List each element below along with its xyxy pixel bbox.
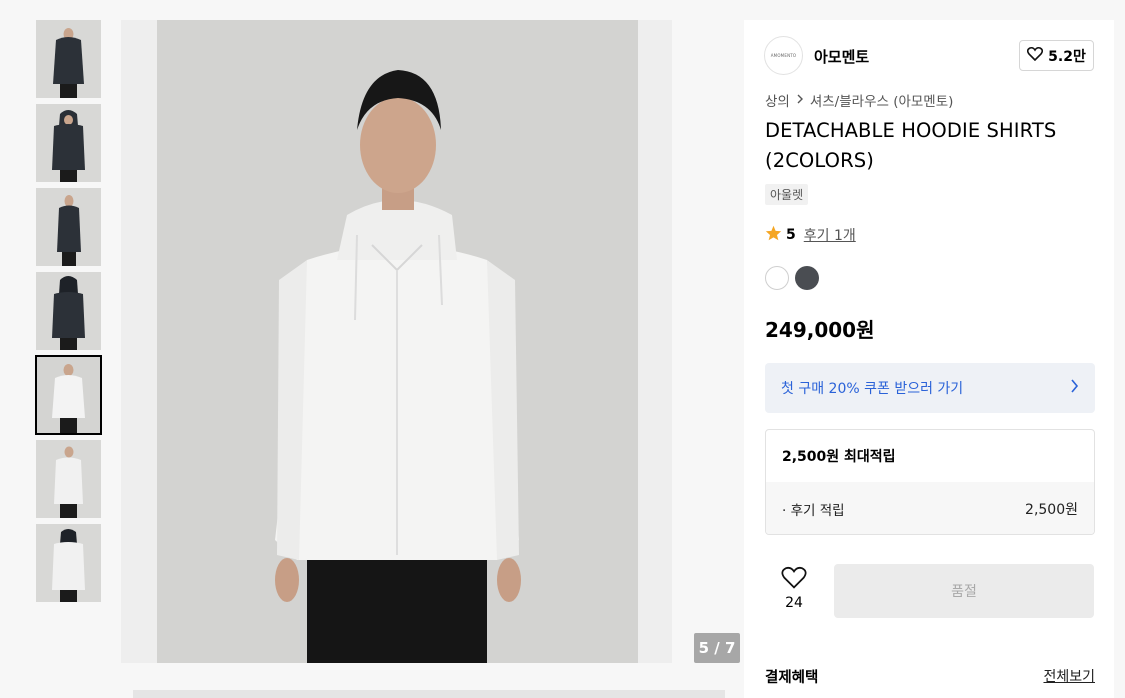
soldout-button[interactable]: 품절 [834, 564, 1094, 618]
outlet-tag: 아울렛 [765, 184, 809, 205]
heart-icon [781, 565, 807, 593]
review-points-label: · 후기 적립 [782, 502, 845, 519]
product-page: 5 / 7 AMOMENTO 아모멘토 5.2만 상의 셔츠/블라우스 (아모멘… [0, 0, 1125, 698]
thumbnail-6[interactable] [36, 440, 101, 518]
rating-score: 5 [786, 227, 796, 243]
breadcrumb-subcategory[interactable]: 셔츠/블라우스 (아모멘토) [810, 90, 954, 110]
breadcrumb: 상의 셔츠/블라우스 (아모멘토) [765, 90, 953, 110]
coupon-label: 첫 구매 20% 쿠폰 받으러 가기 [781, 381, 964, 397]
thumbnail-5[interactable] [35, 355, 102, 435]
points-box: 2,500원 최대적립 · 후기 적립 2,500원 [765, 429, 1095, 535]
review-points-value: 2,500원 [1025, 501, 1078, 518]
product-photo [157, 20, 638, 663]
product-title: DETACHABLE HOODIE SHIRTS (2COLORS) [765, 119, 1057, 172]
brand-logo[interactable]: AMOMENTO [764, 36, 803, 75]
chevron-right-icon [1070, 379, 1079, 397]
color-swatch-white[interactable] [765, 266, 789, 290]
thumbnail-1[interactable] [36, 20, 101, 98]
color-swatch-charcoal[interactable] [795, 266, 819, 290]
brand-like-count: 5.2만 [1048, 48, 1086, 65]
star-icon [765, 225, 782, 245]
thumbnail-7[interactable] [36, 524, 101, 602]
breadcrumb-category[interactable]: 상의 [765, 90, 790, 110]
review-points-row: · 후기 적립 2,500원 [766, 482, 1094, 534]
brand-row: AMOMENTO 아모멘토 5.2만 [764, 36, 1094, 76]
see-all-link[interactable]: 전체보기 [1043, 666, 1095, 687]
brand-like-button[interactable]: 5.2만 [1019, 40, 1094, 71]
chevron-right-icon [796, 92, 804, 108]
product-info-panel: AMOMENTO 아모멘토 5.2만 상의 셔츠/블라우스 (아모멘토) DET… [744, 20, 1114, 698]
main-product-image[interactable]: 5 / 7 [121, 20, 775, 663]
thumbnail-3[interactable] [36, 188, 101, 266]
first-purchase-coupon-banner[interactable]: 첫 구매 20% 쿠폰 받으러 가기 [765, 363, 1095, 413]
thumbnail-list [35, 20, 102, 608]
color-swatches [765, 266, 819, 290]
payment-benefits-heading: 결제혜택 [765, 670, 819, 686]
review-count-link[interactable]: 후기 1개 [804, 225, 856, 245]
bottom-divider [133, 690, 725, 698]
thumbnail-2[interactable] [36, 104, 101, 182]
product-price: 249,000원 [765, 318, 875, 342]
max-points: 2,500원 최대적립 [782, 449, 896, 465]
brand-name[interactable]: 아모멘토 [814, 46, 869, 67]
thumbnail-4[interactable] [36, 272, 101, 350]
wishlist-button[interactable]: 24 [765, 565, 823, 615]
heart-icon [1027, 46, 1044, 65]
image-counter: 5 / 7 [694, 633, 740, 663]
rating: 5 후기 1개 [765, 225, 856, 245]
wishlist-count: 24 [785, 595, 803, 611]
payment-benefits-row: 결제혜택 전체보기 [765, 666, 1095, 687]
